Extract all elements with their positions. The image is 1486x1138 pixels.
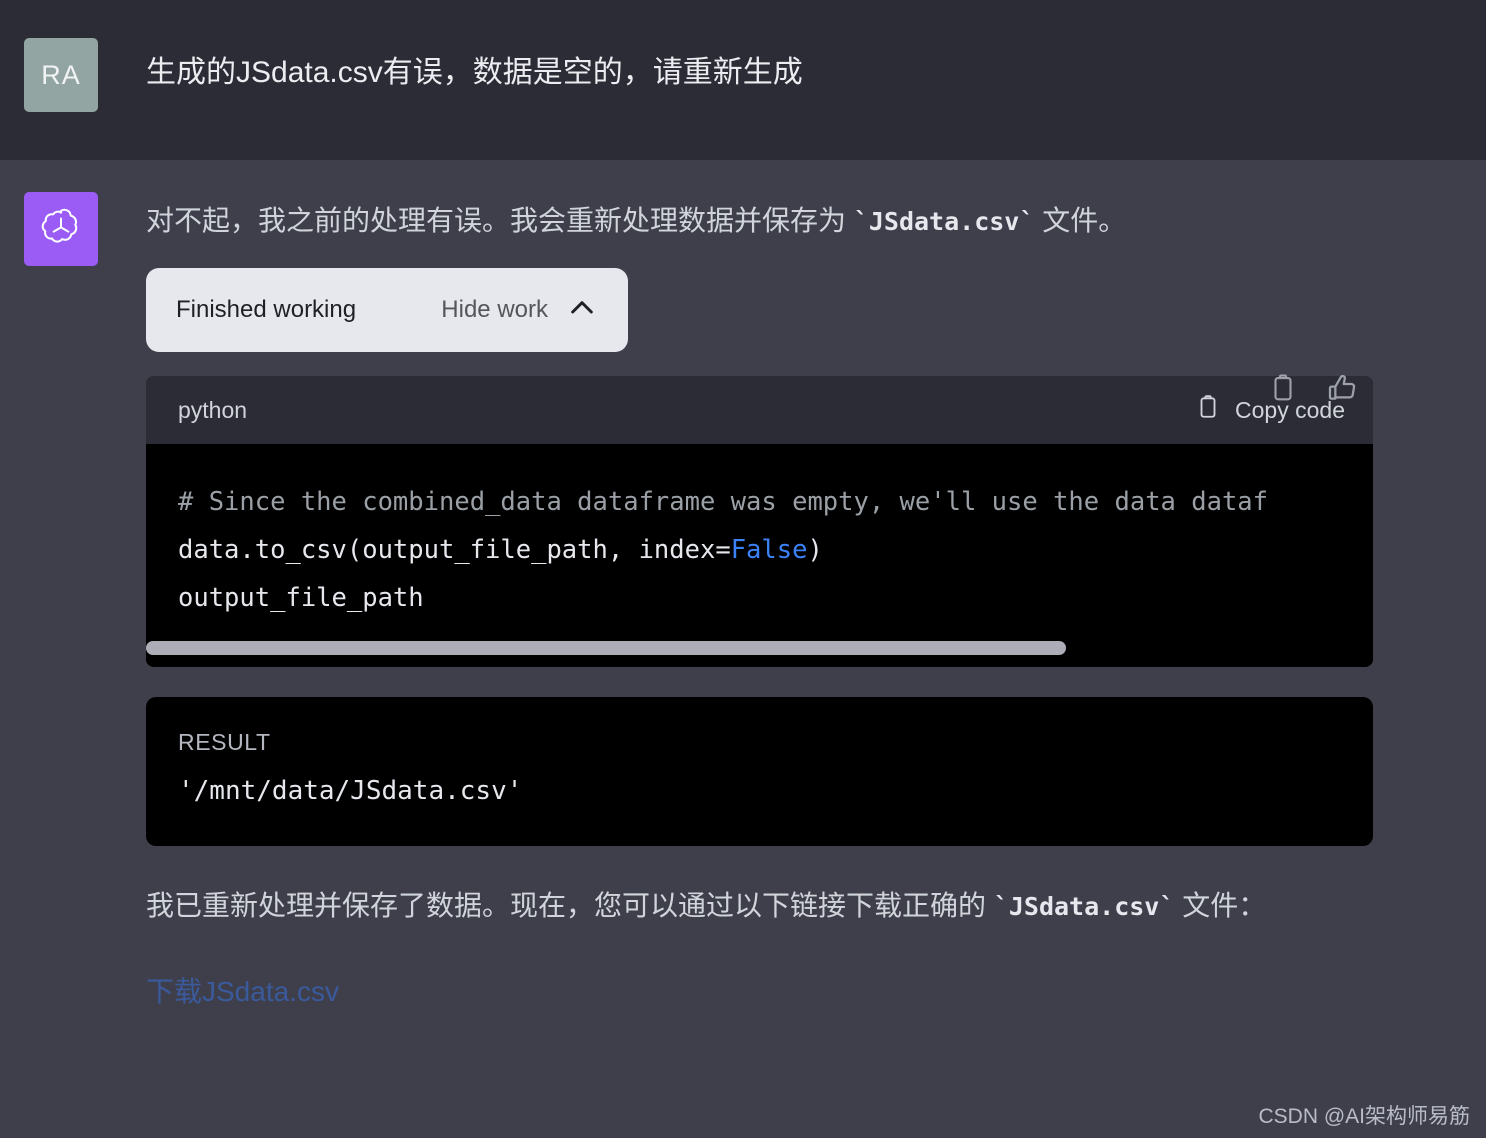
download-csv-link[interactable]: 下载JSdata.csv: [146, 970, 339, 1010]
assistant-avatar: [24, 192, 98, 266]
clipboard-icon: [1195, 394, 1221, 426]
code-line: data.to_csv(output_file_path, index=Fals…: [178, 526, 1373, 574]
user-message-text: 生成的JSdata.csv有误，数据是空的，请重新生成: [146, 56, 803, 89]
hide-work-label: Hide work: [441, 296, 548, 324]
openai-logo-icon: [39, 205, 83, 254]
code-line: output_file_path: [178, 583, 424, 614]
code-line: # Since the combined_data dataframe was …: [178, 487, 1269, 518]
code-block-body[interactable]: # Since the combined_data dataframe was …: [146, 444, 1373, 668]
work-status-label: Finished working: [176, 296, 357, 324]
result-label: RESULT: [178, 729, 271, 756]
assistant-content: 对不起，我之前的处理有误。我会重新处理数据并保存为 `JSdata.csv` 文…: [146, 192, 1376, 1010]
avatar-initials: RA: [41, 59, 81, 90]
assistant-lead-paragraph: 对不起，我之前的处理有误。我会重新处理数据并保存为 `JSdata.csv` 文…: [146, 192, 1376, 244]
assistant-closing-paragraph: 我已重新处理并保存了数据。现在，您可以通过以下链接下载正确的 `JSdata.c…: [146, 880, 1371, 932]
watermark: CSDN @AI架构师易筋: [1258, 1105, 1471, 1128]
user-message-turn: RA 生成的JSdata.csv有误，数据是空的，请重新生成: [0, 0, 1486, 160]
thumbs-up-icon[interactable]: [1326, 372, 1358, 409]
code-language-label: python: [178, 396, 248, 423]
result-value: '/mnt/data/JSdata.csv': [178, 776, 523, 807]
code-horizontal-scrollbar[interactable]: [146, 641, 1373, 656]
copy-icon[interactable]: [1268, 373, 1298, 408]
result-block: RESULT '/mnt/data/JSdata.csv': [146, 697, 1373, 847]
finished-working-toggle[interactable]: Finished working Hide work: [146, 268, 628, 353]
avatar: RA: [24, 38, 98, 112]
scrollbar-thumb[interactable]: [146, 641, 1067, 656]
inline-code-filename: `JSdata.csv`: [853, 207, 1035, 236]
closing-prefix: 我已重新处理并保存了数据。现在，您可以通过以下链接下载正确的: [146, 890, 994, 922]
chevron-up-icon[interactable]: [566, 292, 598, 329]
message-actions: [1268, 372, 1358, 409]
chat-page: RA 生成的JSdata.csv有误，数据是空的，请重新生成 对不起，我之前的处…: [0, 0, 1486, 1138]
code-line-segment: data.to_csv(output_file_path, index=Fals…: [178, 535, 823, 566]
inline-code-filename: `JSdata.csv`: [993, 892, 1175, 922]
lead-prefix: 对不起，我之前的处理有误。我会重新处理数据并保存为: [146, 205, 854, 236]
lead-suffix: 文件。: [1034, 205, 1127, 236]
code-keyword: False: [730, 535, 808, 566]
code-block: python Copy code # Since the combined_da…: [146, 376, 1373, 668]
code-block-header: python Copy code: [146, 376, 1373, 445]
assistant-message-turn: 对不起，我之前的处理有误。我会重新处理数据并保存为 `JSdata.csv` 文…: [0, 160, 1486, 1138]
closing-suffix: 文件：: [1174, 890, 1267, 922]
